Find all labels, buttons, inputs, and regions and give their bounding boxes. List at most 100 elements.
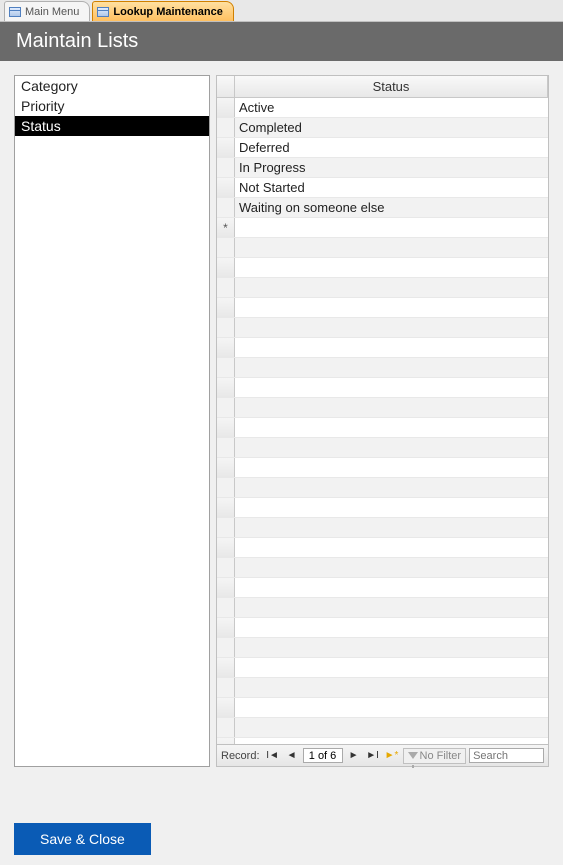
cell-status[interactable] [235, 498, 548, 517]
row-selector[interactable] [217, 658, 235, 677]
row-selector[interactable] [217, 398, 235, 417]
row-selector[interactable] [217, 278, 235, 297]
row-selector[interactable] [217, 458, 235, 477]
row-selector[interactable] [217, 178, 235, 197]
cell-status[interactable] [235, 438, 548, 457]
cell-status[interactable] [235, 358, 548, 377]
new-record-row[interactable]: * [217, 218, 548, 238]
cell-status[interactable]: Waiting on someone else [235, 198, 548, 217]
work-area: Category Priority Status Status ActiveCo… [0, 61, 563, 781]
cell-status[interactable] [235, 718, 548, 737]
cell-status[interactable]: Active [235, 98, 548, 117]
cell-status[interactable] [235, 398, 548, 417]
row-selector[interactable] [217, 418, 235, 437]
cell-status[interactable] [235, 578, 548, 597]
cell-status[interactable] [235, 638, 548, 657]
cell-status[interactable] [235, 418, 548, 437]
cell-status[interactable] [235, 698, 548, 717]
cell-status[interactable] [235, 558, 548, 577]
filter-label: No Filter [420, 750, 462, 762]
empty-row [217, 298, 548, 318]
cell-status[interactable] [235, 598, 548, 617]
row-selector[interactable] [217, 518, 235, 537]
row-selector[interactable] [217, 718, 235, 737]
cell-status[interactable] [235, 378, 548, 397]
select-all-button[interactable] [217, 76, 235, 97]
row-selector[interactable] [217, 138, 235, 157]
table-row[interactable]: Completed [217, 118, 548, 138]
empty-row [217, 618, 548, 638]
table-row[interactable]: Not Started [217, 178, 548, 198]
save-close-button[interactable]: Save & Close [14, 823, 151, 855]
cell-status[interactable]: In Progress [235, 158, 548, 177]
side-item-status[interactable]: Status [15, 116, 209, 136]
table-row[interactable]: Deferred [217, 138, 548, 158]
cell-status[interactable]: Not Started [235, 178, 548, 197]
grid-body[interactable]: ActiveCompletedDeferredIn ProgressNot St… [217, 98, 548, 744]
datasheet: Status ActiveCompletedDeferredIn Progres… [216, 75, 549, 767]
side-item-category[interactable]: Category [15, 76, 209, 96]
cell-status[interactable] [235, 238, 548, 257]
row-selector[interactable] [217, 238, 235, 257]
cell-status[interactable] [235, 458, 548, 477]
empty-row [217, 418, 548, 438]
row-selector[interactable] [217, 378, 235, 397]
category-listbox[interactable]: Category Priority Status [14, 75, 210, 767]
cell-status[interactable] [235, 218, 548, 237]
row-selector[interactable] [217, 258, 235, 277]
cell-status[interactable] [235, 318, 548, 337]
cell-status[interactable] [235, 518, 548, 537]
new-record-button[interactable]: ►* [384, 748, 400, 764]
row-selector[interactable] [217, 558, 235, 577]
row-selector[interactable] [217, 318, 235, 337]
row-selector[interactable] [217, 98, 235, 117]
row-selector[interactable] [217, 678, 235, 697]
row-selector[interactable] [217, 338, 235, 357]
cell-status[interactable] [235, 478, 548, 497]
row-selector[interactable] [217, 358, 235, 377]
filter-toggle[interactable]: No Filter [403, 748, 467, 764]
row-selector[interactable] [217, 198, 235, 217]
cell-status[interactable]: Deferred [235, 138, 548, 157]
cell-status[interactable] [235, 658, 548, 677]
prev-record-button[interactable]: ◄ [284, 748, 300, 764]
empty-row [217, 338, 548, 358]
table-row[interactable]: Waiting on someone else [217, 198, 548, 218]
tab-main-menu[interactable]: Main Menu [4, 1, 90, 21]
row-selector[interactable] [217, 298, 235, 317]
cell-status[interactable] [235, 678, 548, 697]
row-selector[interactable] [217, 638, 235, 657]
row-selector[interactable] [217, 698, 235, 717]
cell-status[interactable] [235, 338, 548, 357]
search-input[interactable] [469, 748, 544, 763]
cell-status[interactable]: Completed [235, 118, 548, 137]
row-selector[interactable] [217, 578, 235, 597]
row-selector[interactable] [217, 438, 235, 457]
row-selector[interactable]: * [217, 218, 235, 237]
row-selector[interactable] [217, 618, 235, 637]
row-selector[interactable] [217, 538, 235, 557]
row-selector[interactable] [217, 118, 235, 137]
cell-status[interactable] [235, 618, 548, 637]
row-selector[interactable] [217, 598, 235, 617]
empty-row [217, 238, 548, 258]
next-record-button[interactable]: ► [346, 748, 362, 764]
cell-status[interactable] [235, 258, 548, 277]
column-header-status[interactable]: Status [235, 76, 548, 97]
row-selector[interactable] [217, 498, 235, 517]
cell-status[interactable] [235, 298, 548, 317]
empty-row [217, 558, 548, 578]
empty-row [217, 398, 548, 418]
last-record-button[interactable]: ►I [365, 748, 381, 764]
cell-status[interactable] [235, 538, 548, 557]
row-selector[interactable] [217, 478, 235, 497]
first-record-button[interactable]: I◄ [265, 748, 281, 764]
table-row[interactable]: In Progress [217, 158, 548, 178]
cell-status[interactable] [235, 278, 548, 297]
side-item-priority[interactable]: Priority [15, 96, 209, 116]
table-row[interactable]: Active [217, 98, 548, 118]
tab-lookup-maintenance[interactable]: Lookup Maintenance [92, 1, 233, 21]
row-selector[interactable] [217, 158, 235, 177]
empty-row [217, 658, 548, 678]
record-position-input[interactable] [303, 748, 343, 763]
